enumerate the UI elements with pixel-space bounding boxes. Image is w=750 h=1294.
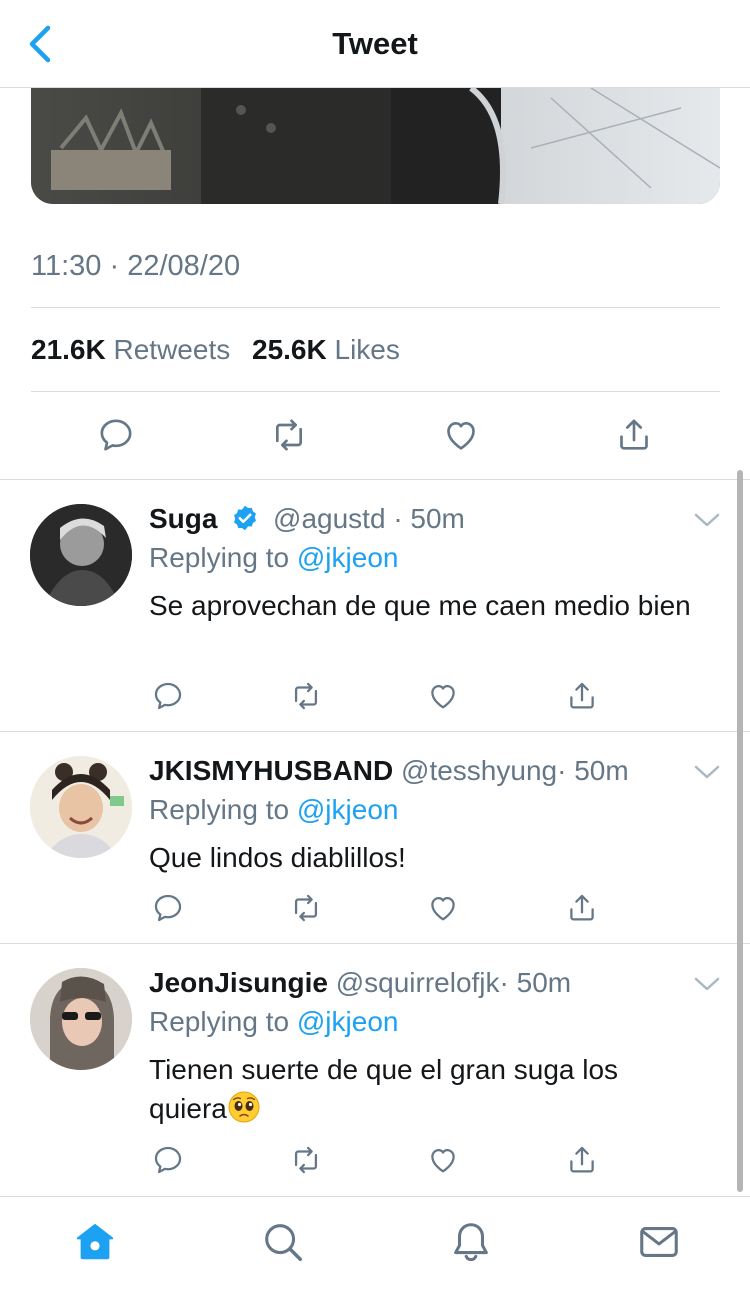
retweet-icon (294, 682, 318, 710)
mention-link[interactable]: @jkjeon (297, 542, 399, 573)
search-icon (265, 1224, 302, 1261)
tweet-timestamp: 11:30 · 22/08/20 (31, 250, 241, 282)
user-handle[interactable]: @squirrelofjk (336, 967, 500, 998)
retweet-button[interactable] (284, 1138, 328, 1182)
reply-icon (154, 682, 182, 710)
retweets-label[interactable]: Retweets (114, 334, 231, 365)
retweet-icon (294, 1146, 318, 1174)
share-button[interactable] (560, 1138, 604, 1182)
scrollbar[interactable] (737, 470, 743, 1192)
home-icon (76, 1223, 114, 1260)
like-button[interactable] (421, 1138, 465, 1182)
reply-text: Tienen suerte de que el gran suga los qu… (149, 1050, 709, 1128)
reply-text-line: quiera (149, 1093, 227, 1124)
user-handle[interactable]: @tesshyung (401, 755, 557, 786)
likes-label[interactable]: Likes (335, 334, 400, 365)
tweet-engagement-counts: 21.6K Retweets 25.6K Likes (31, 334, 414, 366)
replying-prefix: Replying to (149, 794, 297, 825)
divider (31, 307, 720, 308)
reply-tweet[interactable]: JeonJisungie @squirrelofjk· 50m Replying… (0, 944, 750, 1195)
retweet-button[interactable] (267, 413, 311, 457)
like-icon (431, 684, 455, 709)
share-button[interactable] (560, 674, 604, 718)
likes-count[interactable]: 25.6K (252, 334, 327, 365)
reply-icon (154, 1146, 182, 1174)
reply-time: · 50m (557, 755, 629, 786)
retweet-button[interactable] (284, 674, 328, 718)
bottom-tab-bar (0, 1196, 750, 1294)
pleading-face-emoji (228, 1091, 260, 1123)
divider (31, 391, 720, 392)
replying-prefix: Replying to (149, 1006, 297, 1037)
top-nav-bar: Tweet (0, 0, 750, 88)
reply-button[interactable] (146, 886, 190, 930)
like-button[interactable] (439, 413, 483, 457)
reply-tweet[interactable]: JKISMYHUSBAND @tesshyung· 50m Replying t… (0, 732, 750, 943)
share-button[interactable] (612, 413, 656, 457)
replying-to: Replying to @jkjeon (149, 1006, 398, 1038)
retweet-button[interactable] (284, 886, 328, 930)
retweet-icon (276, 419, 302, 451)
share-icon (620, 419, 648, 450)
avatar[interactable] (30, 756, 132, 858)
like-icon (431, 896, 455, 921)
verified-badge-icon (234, 505, 257, 531)
user-handle[interactable]: @agustd (273, 503, 386, 534)
share-icon (570, 894, 594, 921)
replying-to: Replying to @jkjeon (149, 542, 398, 574)
chevron-down-icon[interactable] (692, 510, 722, 530)
reply-tweet[interactable]: Suga @agustd · 50m Replying to @jkjeon S… (0, 480, 750, 731)
reply-button[interactable] (146, 674, 190, 718)
avatar[interactable] (30, 968, 132, 1070)
reply-header: JKISMYHUSBAND @tesshyung· 50m (149, 755, 629, 787)
like-icon (431, 1148, 455, 1173)
share-button[interactable] (560, 886, 604, 930)
page-title: Tweet (332, 26, 418, 61)
chevron-down-icon[interactable] (692, 974, 722, 994)
avatar[interactable] (30, 504, 132, 606)
reply-icon (154, 894, 182, 922)
share-icon (570, 1146, 594, 1173)
like-icon (447, 422, 475, 450)
reply-button[interactable] (94, 413, 138, 457)
mention-link[interactable]: @jkjeon (297, 794, 399, 825)
reply-button[interactable] (146, 1138, 190, 1182)
reply-time: · 50m (393, 503, 465, 534)
display-name[interactable]: JeonJisungie (149, 967, 328, 998)
reply-header: Suga @agustd · 50m (149, 503, 465, 535)
tab-search[interactable] (258, 1217, 308, 1267)
mention-link[interactable]: @jkjeon (297, 1006, 399, 1037)
like-button[interactable] (421, 674, 465, 718)
retweets-count[interactable]: 21.6K (31, 334, 106, 365)
reply-header: JeonJisungie @squirrelofjk· 50m (149, 967, 571, 999)
chevron-down-icon[interactable] (692, 762, 722, 782)
like-button[interactable] (421, 886, 465, 930)
reply-text: Se aprovechan de que me caen medio bien (149, 590, 691, 621)
reply-time: · 50m (499, 967, 572, 998)
reply-icon (100, 419, 132, 451)
notifications-icon (454, 1223, 488, 1262)
reply-text-line: Tienen suerte de que el gran suga los (149, 1054, 619, 1085)
tweet-media-image[interactable] (31, 88, 720, 204)
retweet-icon (294, 894, 318, 922)
tab-messages[interactable] (634, 1217, 684, 1267)
replying-to: Replying to @jkjeon (149, 794, 398, 826)
reply-text: Que lindos diablillos! (149, 842, 406, 873)
tab-notifications[interactable] (446, 1217, 496, 1267)
replying-prefix: Replying to (149, 542, 297, 573)
messages-icon (640, 1227, 678, 1257)
display-name[interactable]: Suga (149, 503, 217, 534)
share-icon (570, 682, 594, 709)
tab-home[interactable] (70, 1217, 120, 1267)
display-name[interactable]: JKISMYHUSBAND (149, 755, 393, 786)
